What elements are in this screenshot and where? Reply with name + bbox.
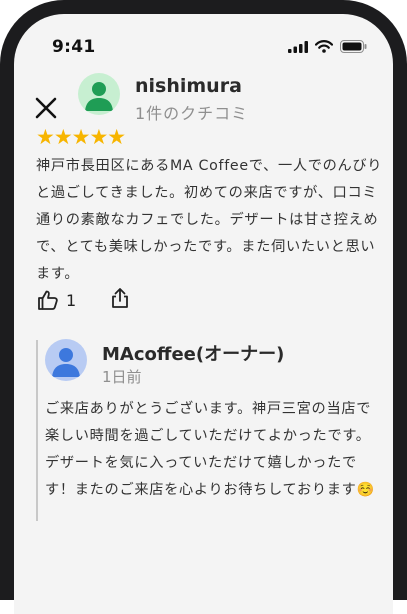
battery-icon [340, 40, 367, 53]
reply-divider [36, 340, 38, 521]
reviewer-name[interactable]: nishimura [135, 75, 242, 97]
owner-reply-date: 1日前 [102, 368, 142, 386]
owner-avatar [45, 339, 87, 381]
like-button[interactable]: 1 [36, 288, 76, 312]
owner-reply-text: ご来店ありがとうございます。神戸三宮の当店で楽しい時間を過ごしていただけてよかっ… [45, 401, 375, 498]
user-icon [52, 348, 80, 377]
user-icon [85, 82, 113, 111]
thumbs-up-icon [38, 290, 58, 310]
reviewer-review-count: 1件のクチコミ [135, 104, 249, 123]
share-icon [112, 288, 129, 308]
phone-frame: 9:41 nishimura 1件のクチコミ ★★★★★ 神戸市長田区にあるMA… [0, 0, 407, 614]
star-rating: ★★★★★ [36, 125, 126, 149]
close-icon [35, 97, 57, 119]
wifi-icon [315, 40, 333, 53]
status-icons [288, 40, 367, 53]
share-button[interactable] [108, 286, 132, 314]
screen: 9:41 nishimura 1件のクチコミ ★★★★★ 神戸市長田区にあるMA… [14, 14, 393, 614]
review-actions: 1 [36, 286, 132, 314]
like-count: 1 [66, 290, 77, 310]
close-button[interactable] [32, 94, 60, 122]
status-bar: 9:41 [14, 14, 393, 64]
review-text: 神戸市長田区にあるMA Coffeeで、一人でのんびりと過ごしてきました。初めて… [36, 158, 383, 282]
status-time: 9:41 [52, 37, 96, 57]
reviewer-avatar[interactable] [78, 73, 120, 115]
signal-icon [288, 40, 308, 53]
owner-name: MAcoffee(オーナー) [102, 344, 285, 365]
